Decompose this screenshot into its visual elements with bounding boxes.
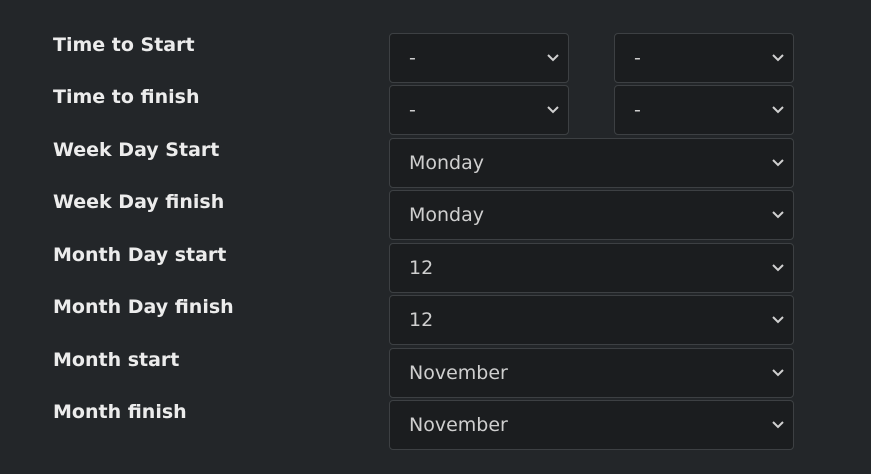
month-day-finish-value: 12	[409, 309, 434, 331]
schedule-form: Time to Start - - Time to finish - - Wee…	[0, 0, 871, 474]
month-day-start-select[interactable]: 12	[389, 243, 794, 293]
chevron-down-icon	[771, 314, 785, 326]
chevron-down-icon	[546, 52, 560, 64]
week-day-finish-value: Monday	[409, 204, 485, 226]
chevron-down-icon	[771, 157, 785, 169]
chevron-down-icon	[771, 419, 785, 431]
month-finish-value: November	[409, 414, 508, 436]
month-finish-row: Month finish November	[0, 400, 871, 452]
month-start-select[interactable]: November	[389, 348, 794, 398]
chevron-down-icon	[771, 52, 785, 64]
chevron-down-icon	[771, 104, 785, 116]
chevron-down-icon	[546, 104, 560, 116]
week-day-finish-select[interactable]: Monday	[389, 190, 794, 240]
month-day-start-row: Month Day start 12	[0, 243, 871, 295]
week-day-start-value: Monday	[409, 152, 485, 174]
time-to-start-row: Time to Start - -	[0, 33, 871, 85]
chevron-down-icon	[771, 209, 785, 221]
month-day-finish-label: Month Day finish	[53, 296, 234, 318]
time-to-start-minute-value: -	[634, 47, 641, 69]
time-to-finish-minute-select[interactable]: -	[614, 85, 794, 135]
time-to-start-hour-select[interactable]: -	[389, 33, 569, 83]
chevron-down-icon	[771, 367, 785, 379]
time-to-finish-row: Time to finish - -	[0, 85, 871, 137]
time-to-finish-hour-value: -	[409, 99, 416, 121]
week-day-start-row: Week Day Start Monday	[0, 138, 871, 190]
week-day-start-label: Week Day Start	[53, 139, 220, 161]
week-day-finish-label: Week Day finish	[53, 191, 225, 213]
month-start-row: Month start November	[0, 348, 871, 400]
month-day-finish-row: Month Day finish 12	[0, 295, 871, 347]
time-to-start-label: Time to Start	[53, 34, 195, 56]
month-day-start-value: 12	[409, 257, 434, 279]
month-finish-label: Month finish	[53, 401, 187, 423]
week-day-start-select[interactable]: Monday	[389, 138, 794, 188]
time-to-start-hour-value: -	[409, 47, 416, 69]
chevron-down-icon	[771, 262, 785, 274]
time-to-finish-minute-value: -	[634, 99, 641, 121]
time-to-start-minute-select[interactable]: -	[614, 33, 794, 83]
time-to-finish-hour-select[interactable]: -	[389, 85, 569, 135]
month-start-value: November	[409, 362, 508, 384]
month-day-finish-select[interactable]: 12	[389, 295, 794, 345]
week-day-finish-row: Week Day finish Monday	[0, 190, 871, 242]
time-to-finish-label: Time to finish	[53, 86, 200, 108]
month-start-label: Month start	[53, 349, 180, 371]
month-day-start-label: Month Day start	[53, 244, 227, 266]
month-finish-select[interactable]: November	[389, 400, 794, 450]
